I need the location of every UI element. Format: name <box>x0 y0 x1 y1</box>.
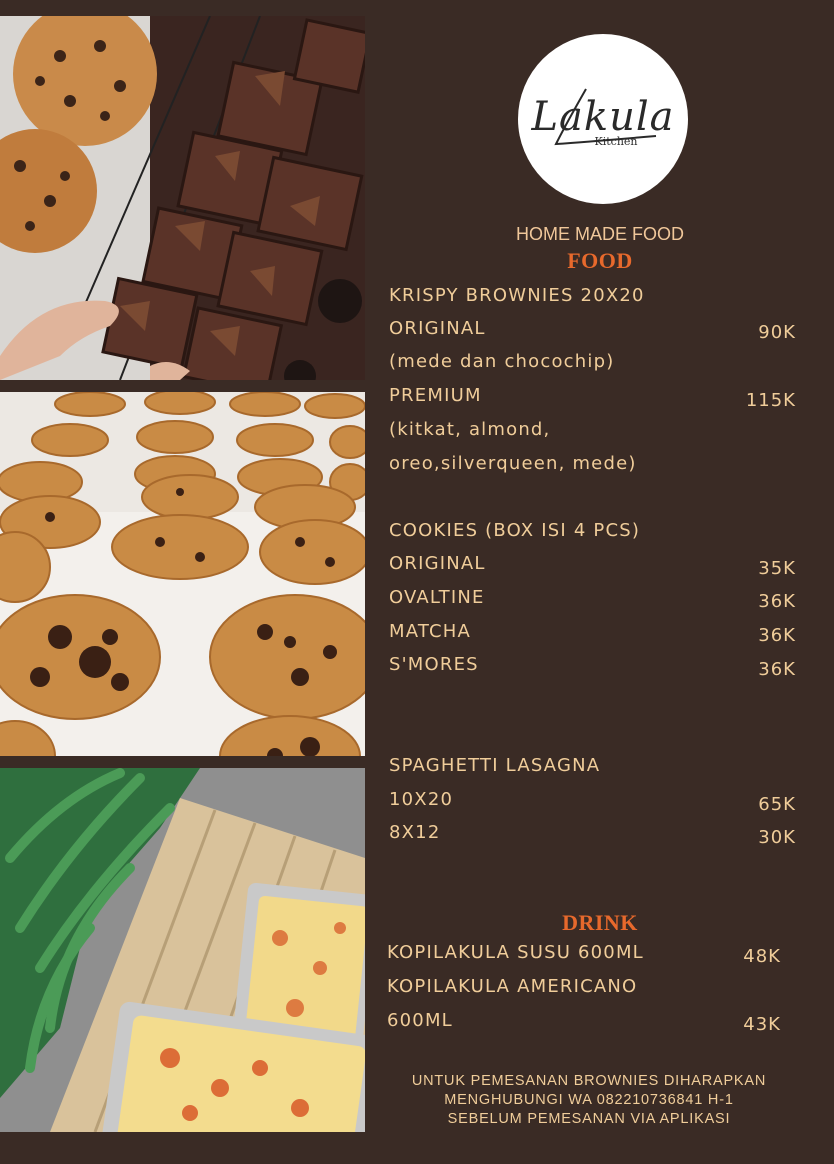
logo-sub: Kitchen <box>594 135 638 148</box>
order-note-line: MENGHUBUNGI WA 082210736841 H-1 <box>444 1092 734 1108</box>
cookie-item-label: MATCHA <box>389 621 472 642</box>
drink-1-price: 48K <box>743 946 781 967</box>
food-section-title: FOOD <box>567 248 633 273</box>
lasagna-item-label: 10X20 <box>389 789 454 810</box>
brownies-original-desc: (mede dan chocochip) <box>389 351 615 372</box>
drink-2-label-1: KOPILAKULA AMERICANO <box>387 976 638 997</box>
cookie-item-price: 36K <box>758 659 796 680</box>
cookie-item-price: 36K <box>758 591 796 612</box>
drink-1-label: KOPILAKULA SUSU 600ML <box>387 942 644 963</box>
lasagna-item-label: 8X12 <box>389 822 441 843</box>
drink-section-title: DRINK <box>562 910 638 935</box>
lasagna-item-price: 65K <box>758 794 796 815</box>
lasagna-item-price: 30K <box>758 827 796 848</box>
lasagna-photo <box>0 768 365 1132</box>
cookies-photo <box>0 392 365 756</box>
order-note-line: UNTUK PEMESANAN BROWNIES DIHARAPKAN <box>411 1073 767 1089</box>
brownies-heading: KRISPY BROWNIES 20X20 <box>389 285 645 306</box>
cookie-item-price: 36K <box>758 625 796 646</box>
brownies-premium-label: PREMIUM <box>389 385 482 406</box>
lasagna-heading: SPAGHETTI LASAGNA <box>389 755 601 776</box>
drink-2-price: 43K <box>743 1014 781 1035</box>
brownies-premium-price: 115K <box>745 390 796 411</box>
cookie-item-label: S'MORES <box>389 654 479 675</box>
brownies-premium-desc-1: (kitkat, almond, <box>389 419 551 440</box>
cookies-heading: COOKIES (BOX ISI 4 PCS) <box>389 520 641 541</box>
order-note-line: SEBELUM PEMESANAN VIA APLIKASI <box>447 1111 731 1127</box>
logo-script: Lakula <box>531 94 675 140</box>
brownies-photo <box>0 16 365 380</box>
brownies-premium-desc-2: oreo,silverqueen, mede) <box>389 453 637 474</box>
order-note: UNTUK PEMESANAN BROWNIES DIHARAPKAN MENG… <box>380 1072 798 1129</box>
tagline: HOME MADE FOOD <box>515 224 684 244</box>
brownies-original-label: ORIGINAL <box>389 318 486 339</box>
brownies-original-price: 90K <box>758 322 796 343</box>
cookie-item-label: ORIGINAL <box>389 553 486 574</box>
cookie-item-price: 35K <box>758 558 796 579</box>
drink-2-label-2: 600ML <box>387 1010 453 1031</box>
brand-logo: Lakula Kitchen <box>518 34 688 204</box>
cookie-item-label: OVALTINE <box>389 587 485 608</box>
